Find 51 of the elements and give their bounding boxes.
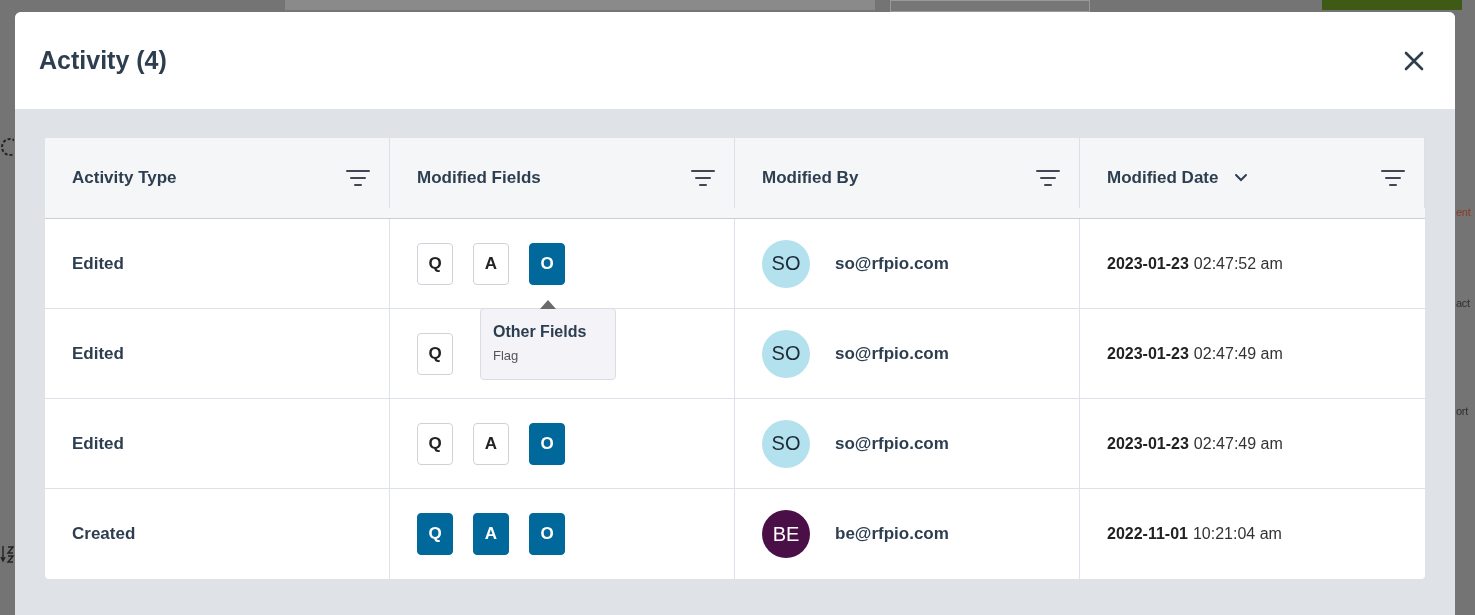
column-header[interactable]: Modified By [735,138,1080,219]
field-badge[interactable]: A [473,513,509,555]
modified-date: 2023-01-23 [1107,434,1189,453]
column-header[interactable]: Modified Date [1080,138,1425,219]
activity-type: Created [72,524,136,544]
modified-time: 02:47:49 am [1193,434,1283,453]
activity-type: Edited [72,433,124,454]
activity-type: Edited [72,253,124,274]
user-avatar: SO [762,329,810,378]
modified-date: 2023-01-23 [1107,344,1189,363]
modified-date: 2022-11-01 [1107,525,1188,543]
column-label: Modified Date [1107,168,1219,188]
background-text: ent [1456,206,1471,218]
tooltip-text: Flag [493,348,520,363]
tooltip-title: Other Fields [493,322,588,342]
field-badge[interactable]: Q [417,513,453,555]
modified-time: 02:47:49 am [1193,344,1283,363]
field-badge[interactable]: Q [417,422,453,465]
column-label: Activity Type [72,168,177,188]
column-label: Modified Fields [417,168,541,188]
modified-time: 10:21:04 am [1192,525,1282,543]
dialog-title: Activity (4) [39,46,167,75]
column-header[interactable]: Activity Type [45,138,390,219]
sort-icon [0,544,14,564]
sort-caret-icon[interactable] [1234,173,1249,183]
user-avatar: SO [762,419,810,468]
field-badge[interactable]: A [473,422,509,465]
filter-icon[interactable] [346,169,370,187]
tooltip-arrow-icon [540,300,556,309]
filter-icon[interactable] [1036,169,1060,187]
modified-time: 02:47:52 am [1193,254,1283,273]
field-badge[interactable]: Q [417,332,453,375]
background-text: ort [1456,405,1468,417]
background-text: act [1456,297,1470,309]
user-email: so@rfpio.com [835,343,949,364]
field-badge[interactable]: O [529,513,565,555]
user-email: be@rfpio.com [835,524,949,544]
activity-type: Edited [72,343,124,364]
user-avatar: SO [762,239,810,288]
column-label: Modified By [762,168,859,188]
field-badge[interactable]: O [529,422,565,465]
modified-date: 2023-01-23 [1107,254,1189,273]
field-badge[interactable]: A [473,242,509,285]
field-badge[interactable]: O [529,242,565,285]
user-avatar: BE [762,510,810,558]
field-badge[interactable]: Q [417,242,453,285]
filter-icon[interactable] [1381,169,1405,187]
user-email: so@rfpio.com [835,433,949,454]
filter-icon[interactable] [691,169,715,187]
column-header[interactable]: Modified Fields [390,138,735,219]
user-email: so@rfpio.com [835,253,949,274]
